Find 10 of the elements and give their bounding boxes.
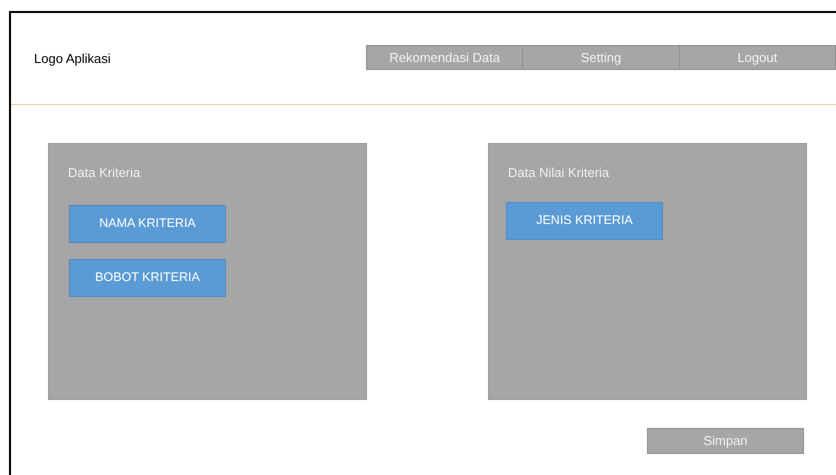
save-button[interactable]: Simpan — [647, 428, 804, 454]
criteria-button[interactable]: BOBOT KRITERIA — [69, 258, 226, 296]
nav-item[interactable]: Logout — [680, 46, 835, 69]
nav-item[interactable]: Setting — [523, 46, 680, 69]
panel-title: Data Kriteria — [68, 164, 142, 182]
panel-title: Data Nilai Kriteria — [508, 164, 610, 182]
logo-text: Logo Aplikasi — [34, 50, 111, 68]
nav-item[interactable]: Rekomendasi Data — [367, 46, 524, 69]
criteria-button[interactable]: NAMA KRITERIA — [69, 204, 226, 242]
criteria-button[interactable]: JENIS KRITERIA — [506, 202, 663, 240]
